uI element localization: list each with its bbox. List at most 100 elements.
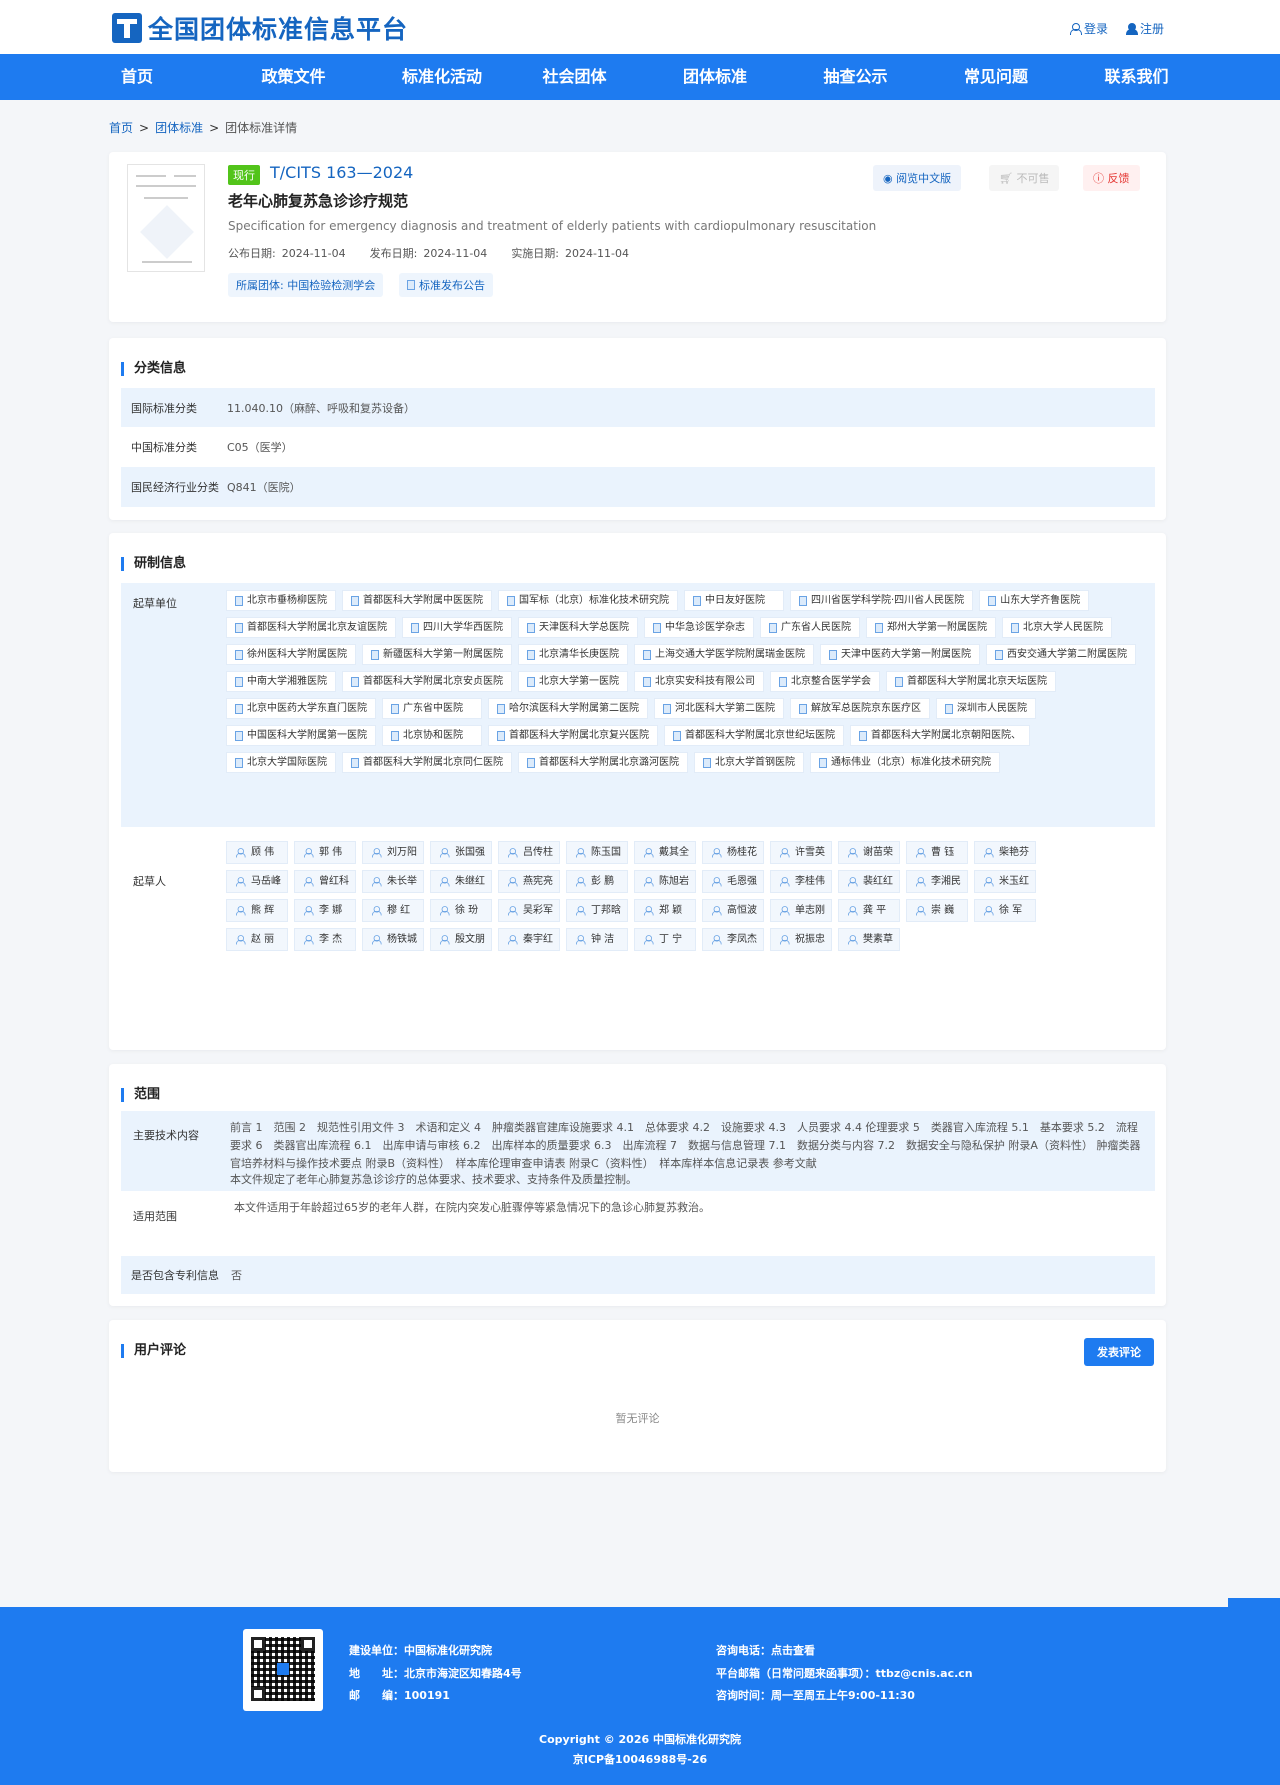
drafter-item[interactable]: 曹 钰 xyxy=(906,841,968,864)
drafter-item[interactable]: 朱继红 xyxy=(430,870,492,893)
drafting-unit-item[interactable]: 北京整合医学学会 xyxy=(770,671,880,692)
breadcrumb-home[interactable]: 首页 xyxy=(109,121,133,135)
nav-organizations[interactable]: 社会团体 xyxy=(532,54,673,100)
drafter-item[interactable]: 李 杰 xyxy=(294,928,356,951)
footer-phone[interactable]: 咨询电话：点击查看 xyxy=(716,1640,973,1663)
drafting-unit-item[interactable]: 首都医科大学附属北京安贞医院 xyxy=(342,671,512,692)
drafter-item[interactable]: 殷文朋 xyxy=(430,928,492,951)
nav-inspection[interactable]: 抽查公示 xyxy=(813,54,954,100)
drafting-unit-item[interactable]: 徐州医科大学附属医院 xyxy=(226,644,356,665)
nav-standards[interactable]: 团体标准 xyxy=(672,54,813,100)
drafter-item[interactable]: 燕宪亮 xyxy=(498,870,560,893)
drafter-item[interactable]: 朱长举 xyxy=(362,870,424,893)
drafting-unit-item[interactable]: 首都医科大学附属北京世纪坛医院 xyxy=(664,725,844,746)
drafting-unit-item[interactable]: 首都医科大学附属北京友谊医院 xyxy=(226,617,396,638)
drafter-item[interactable]: 吕传柱 xyxy=(498,841,560,864)
drafting-unit-item[interactable]: 北京清华长庚医院 xyxy=(518,644,628,665)
drafter-item[interactable]: 陈旭岩 xyxy=(634,870,696,893)
login-link[interactable]: 登录 xyxy=(1069,20,1108,37)
drafting-unit-item[interactable]: 四川省医学科学院·四川省人民医院 xyxy=(790,590,974,611)
drafter-item[interactable]: 陈玉国 xyxy=(566,841,628,864)
drafting-unit-item[interactable]: 中华急诊医学杂志 xyxy=(644,617,754,638)
site-logo[interactable]: 全国团体标准信息平台 xyxy=(112,10,408,46)
drafting-unit-item[interactable]: 北京大学第一医院 xyxy=(518,671,628,692)
post-comment-button[interactable]: 发表评论 xyxy=(1084,1338,1154,1366)
drafter-item[interactable]: 柴艳芬 xyxy=(974,841,1036,864)
drafter-item[interactable]: 马岳峰 xyxy=(226,870,288,893)
nav-faq[interactable]: 常见问题 xyxy=(953,54,1094,100)
drafting-unit-item[interactable]: 北京市垂杨柳医院 xyxy=(226,590,336,611)
drafting-unit-item[interactable]: 首都医科大学附属北京天坛医院 xyxy=(886,671,1056,692)
drafter-item[interactable]: 李湘民 xyxy=(906,870,968,893)
drafter-item[interactable]: 李 娜 xyxy=(294,899,356,922)
not-for-sale-button[interactable]: 🛒︎ 不可售 xyxy=(989,165,1060,191)
drafting-unit-item[interactable]: 北京中医药大学东直门医院 xyxy=(226,698,376,719)
drafting-unit-item[interactable]: 山东大学齐鲁医院 xyxy=(979,590,1090,611)
drafter-item[interactable]: 裴红红 xyxy=(838,870,900,893)
drafter-item[interactable]: 祝振忠 xyxy=(770,928,832,951)
drafting-unit-item[interactable]: 国军标（北京）标准化技术研究院 xyxy=(498,590,678,611)
drafting-unit-item[interactable]: 河北医科大学第二医院 xyxy=(654,698,784,719)
drafter-item[interactable]: 高恒波 xyxy=(702,899,764,922)
drafter-item[interactable]: 毛恩强 xyxy=(702,870,764,893)
drafter-item[interactable]: 穆 红 xyxy=(362,899,424,922)
drafting-unit-item[interactable]: 天津中医药大学第一附属医院 xyxy=(820,644,980,665)
drafting-unit-item[interactable]: 广东省人民医院 xyxy=(760,617,860,638)
drafter-item[interactable]: 徐 玢 xyxy=(430,899,492,922)
drafter-item[interactable]: 李凤杰 xyxy=(702,928,764,951)
drafter-item[interactable]: 戴其全 xyxy=(634,841,696,864)
drafting-unit-item[interactable]: 首都医科大学附属北京同仁医院 xyxy=(342,752,512,773)
drafting-unit-item[interactable]: 中国医科大学附属第一医院 xyxy=(226,725,376,746)
nav-activities[interactable]: 标准化活动 xyxy=(391,54,532,100)
drafting-unit-item[interactable]: 新疆医科大学第一附属医院 xyxy=(362,644,512,665)
drafter-item[interactable]: 曾红科 xyxy=(294,870,356,893)
read-chinese-button[interactable]: ◉ 阅览中文版 xyxy=(873,165,962,191)
nav-contact[interactable]: 联系我们 xyxy=(1094,54,1235,100)
nav-home[interactable]: 首页 xyxy=(110,54,251,100)
drafting-unit-item[interactable]: 北京实安科技有限公司 xyxy=(634,671,764,692)
nav-policy[interactable]: 政策文件 xyxy=(251,54,392,100)
drafting-unit-item[interactable]: 首都医科大学附属中医医院 xyxy=(342,590,492,611)
drafting-unit-item[interactable]: 哈尔滨医科大学附属第二医院 xyxy=(488,698,648,719)
drafter-item[interactable]: 樊素草 xyxy=(838,928,900,951)
drafter-item[interactable]: 赵 丽 xyxy=(226,928,288,951)
drafter-item[interactable]: 杨铁城 xyxy=(362,928,424,951)
drafting-unit-item[interactable]: 北京大学首钢医院 xyxy=(694,752,804,773)
drafter-item[interactable]: 彭 鹏 xyxy=(566,870,628,893)
drafting-unit-item[interactable]: 中日友好医院 xyxy=(684,590,784,611)
drafter-item[interactable]: 徐 军 xyxy=(974,899,1036,922)
organization-pill[interactable]: 所属团体: 中国检验检测学会 xyxy=(228,273,384,297)
drafting-unit-item[interactable]: 上海交通大学医学院附属瑞金医院 xyxy=(634,644,814,665)
drafting-unit-item[interactable]: 深圳市人民医院 xyxy=(936,698,1036,719)
feedback-button[interactable]: ⓘ 反馈 xyxy=(1083,165,1140,191)
drafting-unit-item[interactable]: 解放军总医院京东医疗区 xyxy=(790,698,930,719)
drafter-item[interactable]: 米玉红 xyxy=(974,870,1036,893)
standard-cover-thumbnail[interactable] xyxy=(127,164,205,272)
drafter-item[interactable]: 崇 巍 xyxy=(906,899,968,922)
drafter-item[interactable]: 刘万阳 xyxy=(362,841,424,864)
drafter-item[interactable]: 丁邦晗 xyxy=(566,899,628,922)
drafting-unit-item[interactable]: 北京协和医院 xyxy=(382,725,482,746)
drafter-item[interactable]: 郭 伟 xyxy=(294,841,356,864)
drafting-unit-item[interactable]: 西安交通大学第二附属医院 xyxy=(986,644,1136,665)
drafting-unit-item[interactable]: 首都医科大学附属北京朝阳医院、 xyxy=(850,725,1030,746)
drafting-unit-item[interactable]: 通标伟业（北京）标准化技术研究院 xyxy=(810,752,1000,773)
drafter-item[interactable]: 龚 平 xyxy=(838,899,900,922)
drafting-unit-item[interactable]: 中南大学湘雅医院 xyxy=(226,671,336,692)
drafter-item[interactable]: 郑 颖 xyxy=(634,899,696,922)
drafting-unit-item[interactable]: 四川大学华西医院 xyxy=(402,617,512,638)
drafting-unit-item[interactable]: 广东省中医院 xyxy=(382,698,482,719)
drafter-item[interactable]: 李桂伟 xyxy=(770,870,832,893)
drafting-unit-item[interactable]: 北京大学人民医院 xyxy=(1002,617,1112,638)
drafting-unit-item[interactable]: 天津医科大学总医院 xyxy=(518,617,638,638)
drafter-item[interactable]: 谢苗荣 xyxy=(838,841,900,864)
breadcrumb-standards[interactable]: 团体标准 xyxy=(155,121,203,135)
register-link[interactable]: 注册 xyxy=(1125,20,1164,37)
drafter-item[interactable]: 吴彩军 xyxy=(498,899,560,922)
notice-pill[interactable]: 标准发布公告 xyxy=(399,273,493,297)
drafter-item[interactable]: 许雪英 xyxy=(770,841,832,864)
drafter-item[interactable]: 丁 宁 xyxy=(634,928,696,951)
drafter-item[interactable]: 熊 辉 xyxy=(226,899,288,922)
drafting-unit-item[interactable]: 北京大学国际医院 xyxy=(226,752,336,773)
drafter-item[interactable]: 张国强 xyxy=(430,841,492,864)
